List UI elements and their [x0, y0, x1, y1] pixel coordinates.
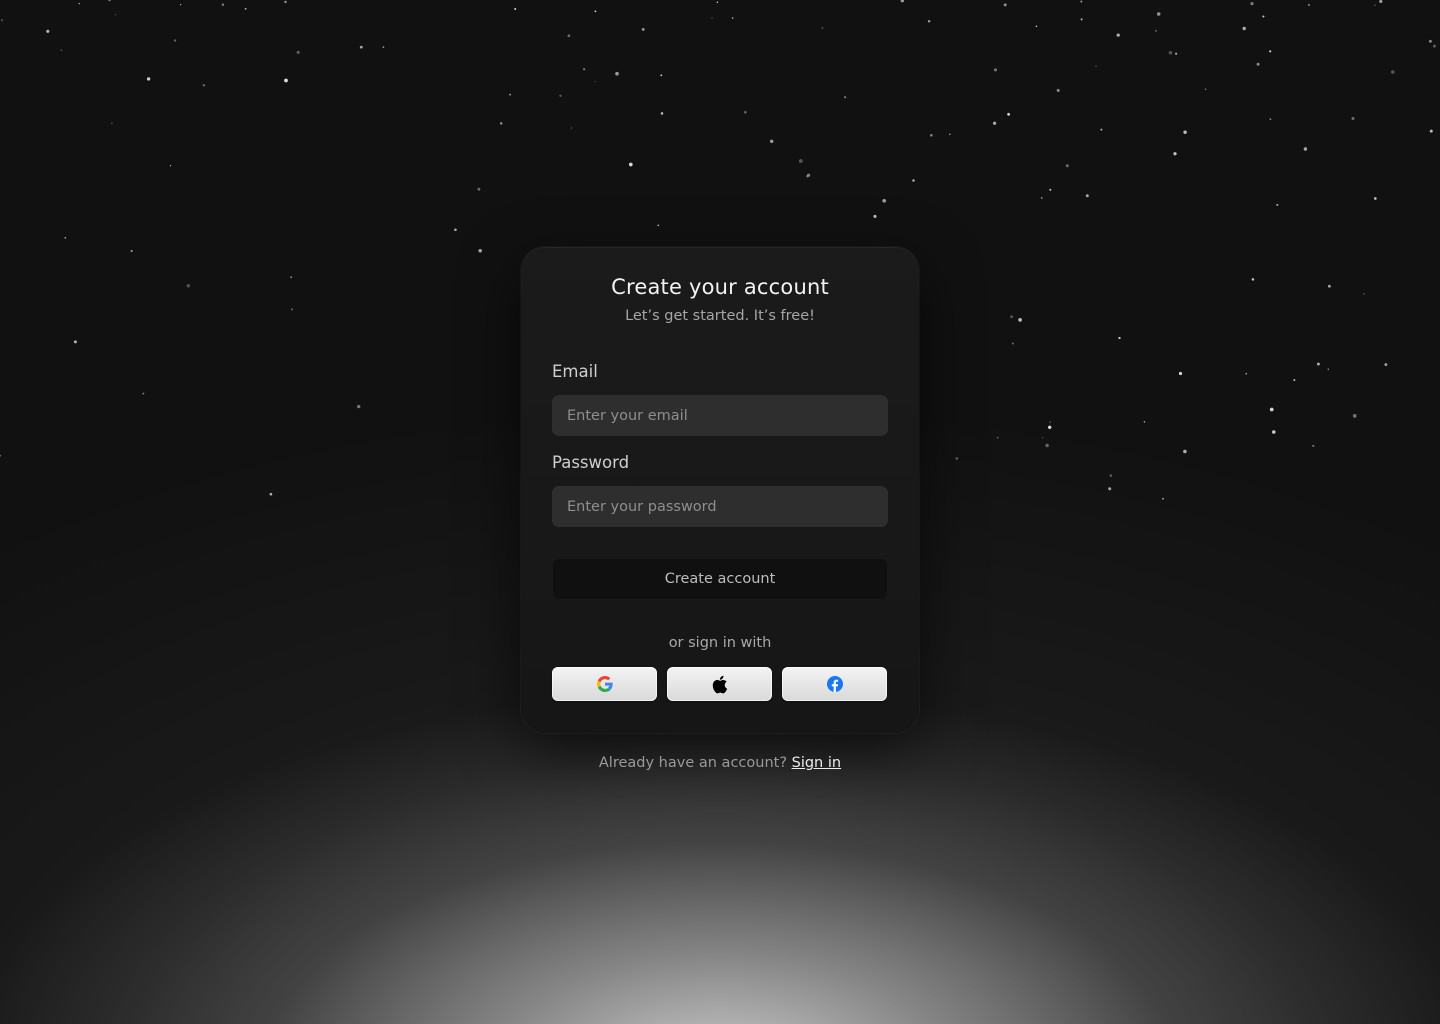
email-input[interactable] — [552, 395, 888, 436]
apple-icon — [711, 675, 728, 694]
password-input[interactable] — [552, 486, 888, 527]
page-subtitle: Let’s get started. It’s free! — [625, 308, 815, 324]
facebook-icon — [826, 676, 843, 692]
password-label: Password — [552, 453, 630, 472]
apple-signin-button[interactable] — [667, 667, 772, 701]
facebook-signin-button[interactable] — [782, 667, 887, 701]
create-account-button[interactable]: Create account — [552, 558, 888, 600]
email-label: Email — [552, 362, 598, 381]
signup-card: Create your account Let’s get started. I… — [521, 247, 919, 733]
signin-prompt-text: Already have an account? — [598, 755, 788, 771]
social-divider-text: or sign in with — [668, 635, 772, 651]
signin-prompt: Already have an account? Sign in — [0, 755, 1440, 771]
google-icon — [596, 676, 613, 692]
page-title: Create your account — [611, 275, 829, 299]
google-signin-button[interactable] — [552, 667, 657, 701]
sign-in-link[interactable]: Sign in — [792, 755, 841, 771]
